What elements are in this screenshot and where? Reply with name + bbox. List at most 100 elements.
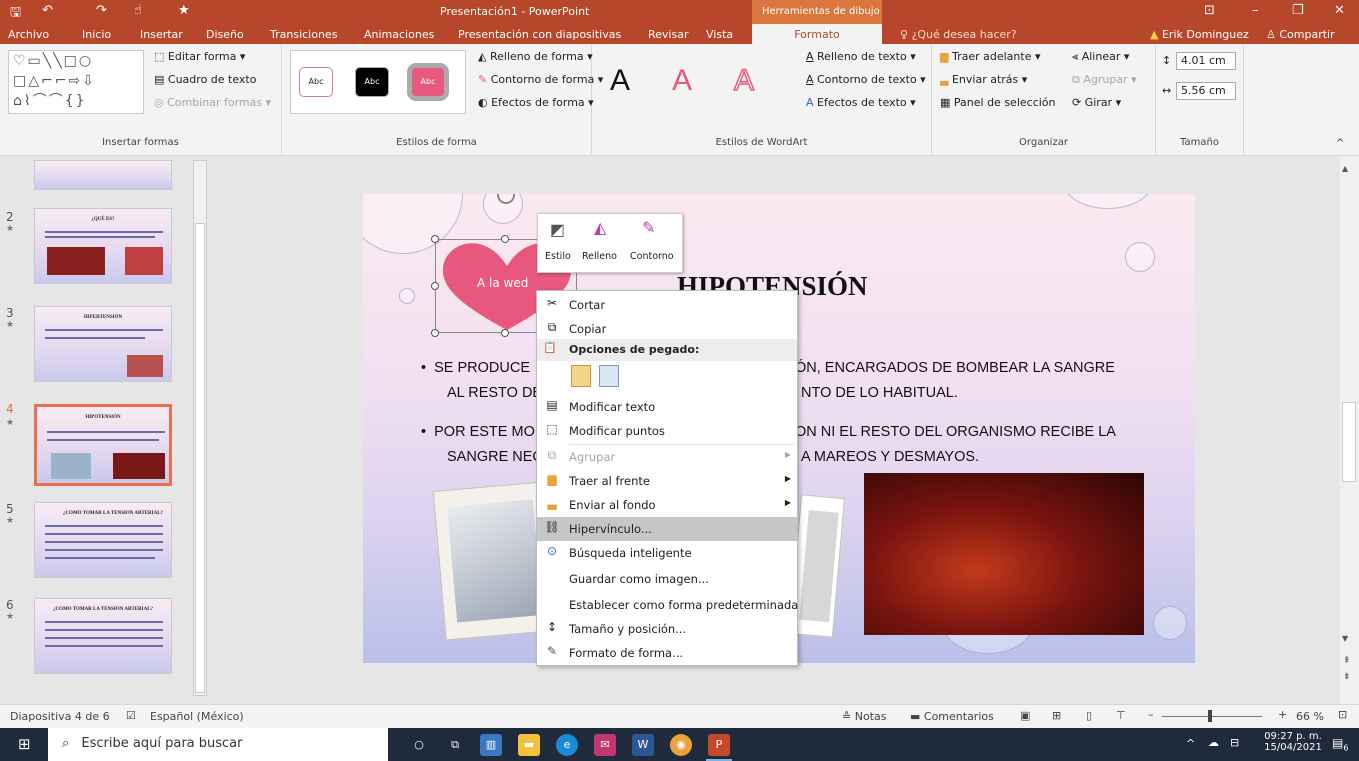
blood-vessel-image[interactable]	[864, 473, 1144, 635]
shape-styles-gallery[interactable]: Abc Abc Abc	[290, 50, 466, 114]
slide-thumb-2[interactable]: ¿QUÉ ES?	[34, 208, 172, 284]
save-icon[interactable]: 🖫	[10, 3, 21, 25]
menu-bring-front[interactable]: ▆ Traer al frente ▶	[537, 469, 797, 493]
text-box-button[interactable]: ▤ Cuadro de texto	[154, 73, 256, 86]
tab-diseno[interactable]: Diseño	[206, 28, 244, 41]
fill-bucket-icon[interactable]: ◭	[594, 218, 606, 237]
undo-icon[interactable]: ↶	[42, 3, 53, 18]
shape-effects-button[interactable]: ◐ Efectos de forma ▾	[478, 96, 594, 109]
tab-transiciones[interactable]: Transiciones	[270, 28, 337, 41]
zoom-level[interactable]: 66 %	[1296, 710, 1324, 723]
text-effects-button[interactable]: A Efectos de texto ▾	[806, 96, 916, 109]
customize-toolbar-icon[interactable]: ★	[178, 3, 190, 18]
ribbon-display-options-icon[interactable]: ⊡	[1204, 3, 1215, 18]
next-slide-icon[interactable]: ⇟	[1343, 672, 1351, 682]
menu-cut[interactable]: ✂ Cortar	[537, 293, 797, 317]
normal-view-icon[interactable]: ▣	[1020, 709, 1030, 722]
menu-size-position[interactable]: ↕ Tamaño y posición...	[537, 617, 797, 641]
tray-chevron-icon[interactable]: ^	[1186, 737, 1195, 750]
align-button[interactable]: ⫷ Alinear ▾	[1072, 50, 1129, 64]
wordart-gallery[interactable]: A A A	[600, 50, 800, 114]
slide-thumb-6[interactable]: ¿COMO TOMAR LA TENSION ARTERIAL?	[34, 598, 172, 674]
tell-me-search[interactable]: ♀ ¿Qué desea hacer?	[900, 28, 1017, 41]
menu-edit-text[interactable]: ▤ Modificar texto	[537, 395, 797, 419]
share-button[interactable]: ♙ Compartir	[1266, 28, 1335, 41]
style-icon[interactable]: ◩	[550, 220, 565, 239]
shapes-gallery[interactable]: ♡▭╲╲□○ □△⌐⌐⇨⇩ ⌂⌇⌒⌒{}	[8, 50, 144, 114]
slides-panel-scrollbar[interactable]	[193, 160, 207, 696]
text-fill-button[interactable]: A Relleno de texto ▾	[806, 50, 916, 63]
powerpoint-icon[interactable]: P	[708, 734, 730, 756]
paste-keep-format-icon[interactable]	[571, 365, 591, 387]
tab-vista[interactable]: Vista	[706, 28, 733, 41]
collapse-ribbon-icon[interactable]: ^	[1336, 138, 1344, 149]
notes-button[interactable]: ≙ Notas	[842, 710, 886, 723]
tab-archivo[interactable]: Archivo	[8, 28, 49, 41]
bring-forward-button[interactable]: ▆ Traer adelante ▾	[940, 50, 1041, 63]
minimize-button[interactable]: –	[1252, 3, 1259, 18]
notification-center-icon[interactable]: ▤6	[1332, 736, 1348, 752]
maximize-button[interactable]: ❐	[1292, 3, 1304, 18]
tab-animaciones[interactable]: Animaciones	[364, 28, 434, 41]
previous-slide-icon[interactable]: ⇞	[1343, 656, 1351, 666]
scroll-down-icon[interactable]: ▼	[1342, 634, 1348, 643]
edit-shape-button[interactable]: ⬚ Editar forma ▾	[154, 50, 245, 63]
menu-format-shape[interactable]: ✎ Formato de forma...	[537, 641, 797, 665]
wordart-style-pink[interactable]: A	[672, 64, 692, 98]
mini-style-label[interactable]: Estilo	[545, 251, 571, 262]
slide-thumb-4[interactable]: HIPOTENSIÓN	[34, 404, 172, 486]
close-button[interactable]: ✕	[1334, 3, 1345, 18]
windows-start-icon[interactable]: ⊞	[18, 735, 31, 753]
wordart-style-outline[interactable]: A	[733, 63, 755, 98]
tab-revisar[interactable]: Revisar	[648, 28, 688, 41]
store-icon[interactable]: ▥	[480, 734, 502, 756]
outline-pen-icon[interactable]: ✎	[642, 218, 655, 237]
slide-thumb-1[interactable]	[34, 160, 172, 190]
zoom-out-icon[interactable]: –	[1148, 708, 1154, 721]
redo-icon[interactable]: ↷	[96, 3, 107, 18]
spellcheck-icon[interactable]: ☑	[126, 709, 136, 722]
selection-pane-button[interactable]: ▦ Panel de selección	[940, 96, 1056, 109]
zoom-slider[interactable]	[1162, 716, 1262, 717]
file-explorer-icon[interactable]: ▬	[518, 734, 540, 756]
mail-icon[interactable]: ✉	[594, 734, 616, 756]
resize-handle[interactable]	[501, 235, 509, 243]
word-icon[interactable]: W	[632, 734, 654, 756]
resize-handle[interactable]	[501, 329, 509, 337]
tab-inicio[interactable]: Inicio	[82, 28, 111, 41]
slideshow-icon[interactable]: ⊤	[1116, 709, 1126, 722]
slide-thumb-3[interactable]: HIPERTENSIÓN	[34, 306, 172, 382]
text-outline-button[interactable]: A Contorno de texto ▾	[806, 73, 926, 86]
tab-formato[interactable]: Formato	[752, 24, 882, 44]
shape-outline-button[interactable]: ✎ Contorno de forma ▾	[478, 73, 603, 86]
editor-scrollbar[interactable]: ▲ ▼ ⇞ ⇟	[1340, 156, 1359, 704]
zoom-in-icon[interactable]: +	[1278, 708, 1287, 721]
paste-picture-icon[interactable]	[599, 365, 619, 387]
scroll-thumb[interactable]	[195, 223, 205, 693]
shape-fill-button[interactable]: ◭ Relleno de forma ▾	[478, 50, 593, 63]
shape-style-black[interactable]: Abc	[355, 67, 389, 97]
menu-set-default[interactable]: Establecer como forma predeterminada	[537, 593, 798, 617]
edge-icon[interactable]: e	[556, 734, 578, 756]
onedrive-icon[interactable]: ☁	[1208, 736, 1219, 749]
resize-handle[interactable]	[431, 329, 439, 337]
touch-mode-icon[interactable]: ☝	[134, 3, 142, 18]
menu-copy[interactable]: ⧉ Copiar	[537, 317, 797, 341]
wordart-style-black[interactable]: A	[610, 64, 630, 98]
rotate-button[interactable]: ⟳ Girar ▾	[1072, 96, 1121, 109]
send-backward-button[interactable]: ▃ Enviar atrás ▾	[940, 73, 1027, 86]
tab-presentacion[interactable]: Presentación con diapositivas	[458, 28, 621, 41]
resize-handle[interactable]	[431, 282, 439, 290]
shape-style-pink[interactable]: Abc	[411, 67, 445, 97]
width-input[interactable]: 5.56 cm	[1176, 82, 1236, 100]
mini-fill-label[interactable]: Relleno	[582, 251, 617, 262]
menu-smart-lookup[interactable]: ⊙ Búsqueda inteligente	[537, 541, 797, 565]
menu-hyperlink[interactable]: ⛓ Hipervínculo...	[537, 517, 797, 541]
user-account[interactable]: ▲ Erik Dominguez	[1150, 28, 1249, 41]
scroll-thumb[interactable]	[1342, 402, 1356, 482]
menu-save-image[interactable]: Guardar como imagen...	[537, 567, 797, 591]
zoom-slider-thumb[interactable]	[1208, 710, 1212, 722]
cortana-icon[interactable]: ○	[408, 734, 430, 756]
height-input[interactable]: 4.01 cm	[1176, 52, 1236, 70]
chrome-icon[interactable]: ◉	[670, 734, 692, 756]
